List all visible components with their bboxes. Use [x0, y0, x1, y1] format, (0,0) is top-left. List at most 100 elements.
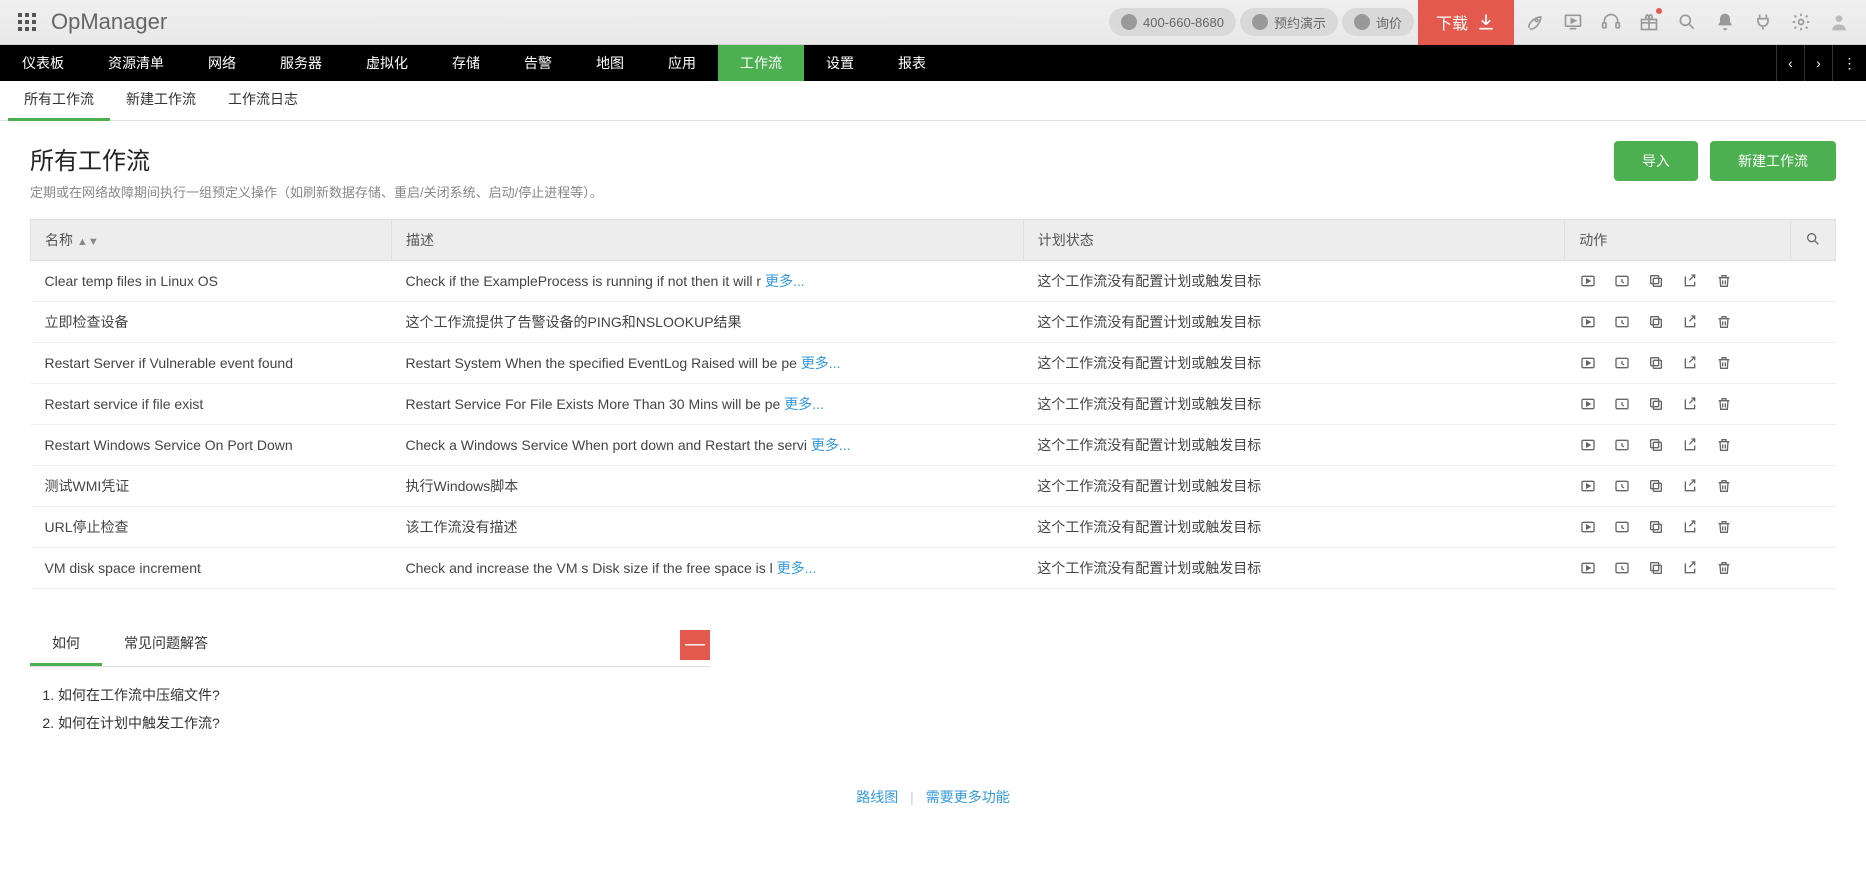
- delete-icon[interactable]: [1715, 354, 1733, 372]
- copy-icon[interactable]: [1647, 272, 1665, 290]
- export-icon[interactable]: [1681, 477, 1699, 495]
- nav-item[interactable]: 虚拟化: [344, 45, 430, 81]
- help-question[interactable]: 如何在计划中触发工作流?: [58, 713, 682, 733]
- schedule-icon[interactable]: [1613, 436, 1631, 454]
- monitor-icon[interactable]: [1556, 0, 1590, 45]
- cell-name[interactable]: Restart Windows Service On Port Down: [31, 425, 392, 466]
- nav-item[interactable]: 告警: [502, 45, 574, 81]
- copy-icon[interactable]: [1647, 313, 1665, 331]
- copy-icon[interactable]: [1647, 477, 1665, 495]
- help-question[interactable]: 如何在工作流中压缩文件?: [58, 685, 682, 705]
- copy-icon[interactable]: [1647, 436, 1665, 454]
- run-icon[interactable]: [1579, 436, 1597, 454]
- cell-name[interactable]: 立即检查设备: [31, 302, 392, 343]
- run-icon[interactable]: [1579, 477, 1597, 495]
- delete-icon[interactable]: [1715, 395, 1733, 413]
- nav-more-icon[interactable]: ⋮: [1832, 45, 1866, 81]
- schedule-icon[interactable]: [1613, 272, 1631, 290]
- schedule-icon[interactable]: [1613, 477, 1631, 495]
- delete-icon[interactable]: [1715, 272, 1733, 290]
- import-button[interactable]: 导入: [1614, 141, 1698, 181]
- more-link[interactable]: 更多...: [784, 396, 824, 412]
- headset-icon[interactable]: [1594, 0, 1628, 45]
- cell-name[interactable]: Restart service if file exist: [31, 384, 392, 425]
- schedule-icon[interactable]: [1613, 559, 1631, 577]
- rocket-icon[interactable]: [1518, 0, 1552, 45]
- cell-name[interactable]: URL停止检查: [31, 507, 392, 548]
- copy-icon[interactable]: [1647, 395, 1665, 413]
- nav-item[interactable]: 存储: [430, 45, 502, 81]
- nav-item[interactable]: 资源清单: [86, 45, 186, 81]
- phone-pill[interactable]: 400-660-8680: [1109, 8, 1236, 36]
- nav-item[interactable]: 应用: [646, 45, 718, 81]
- more-link[interactable]: 更多...: [811, 437, 851, 453]
- cell-name[interactable]: 测试WMI凭证: [31, 466, 392, 507]
- user-icon[interactable]: [1822, 0, 1856, 45]
- more-features-link[interactable]: 需要更多功能: [926, 789, 1010, 805]
- subnav-item[interactable]: 所有工作流: [8, 81, 110, 121]
- nav-prev-icon[interactable]: ‹: [1776, 45, 1804, 81]
- gear-icon[interactable]: [1784, 0, 1818, 45]
- more-link[interactable]: 更多...: [801, 355, 841, 371]
- nav-item[interactable]: 设置: [804, 45, 876, 81]
- gift-icon[interactable]: [1632, 0, 1666, 45]
- bell-icon[interactable]: [1708, 0, 1742, 45]
- cell-status: 这个工作流没有配置计划或触发目标: [1023, 384, 1565, 425]
- page-subtitle: 定期或在网络故障期间执行一组预定义操作（如刷新数据存储、重启/关闭系统、启动/停…: [30, 182, 1614, 201]
- plug-icon[interactable]: [1746, 0, 1780, 45]
- roadmap-link[interactable]: 路线图: [856, 789, 898, 805]
- schedule-icon[interactable]: [1613, 313, 1631, 331]
- demo-pill[interactable]: 预约演示: [1240, 8, 1338, 36]
- export-icon[interactable]: [1681, 518, 1699, 536]
- quote-pill[interactable]: 询价: [1342, 8, 1414, 36]
- help-tab[interactable]: 常见问题解答: [102, 623, 230, 666]
- col-desc[interactable]: 描述: [392, 220, 1024, 261]
- nav-next-icon[interactable]: ›: [1804, 45, 1832, 81]
- copy-icon[interactable]: [1647, 354, 1665, 372]
- export-icon[interactable]: [1681, 354, 1699, 372]
- export-icon[interactable]: [1681, 395, 1699, 413]
- run-icon[interactable]: [1579, 313, 1597, 331]
- cell-name[interactable]: Restart Server if Vulnerable event found: [31, 343, 392, 384]
- subnav-item[interactable]: 新建工作流: [110, 81, 212, 121]
- more-link[interactable]: 更多...: [765, 273, 805, 289]
- export-icon[interactable]: [1681, 272, 1699, 290]
- col-status[interactable]: 计划状态: [1023, 220, 1565, 261]
- copy-icon[interactable]: [1647, 559, 1665, 577]
- run-icon[interactable]: [1579, 559, 1597, 577]
- schedule-icon[interactable]: [1613, 518, 1631, 536]
- schedule-icon[interactable]: [1613, 354, 1631, 372]
- schedule-icon[interactable]: [1613, 395, 1631, 413]
- table-search-icon[interactable]: [1791, 220, 1836, 261]
- cell-name[interactable]: Clear temp files in Linux OS: [31, 261, 392, 302]
- delete-icon[interactable]: [1715, 559, 1733, 577]
- create-workflow-button[interactable]: 新建工作流: [1710, 141, 1836, 181]
- collapse-icon[interactable]: —: [680, 630, 710, 660]
- copy-icon[interactable]: [1647, 518, 1665, 536]
- run-icon[interactable]: [1579, 518, 1597, 536]
- run-icon[interactable]: [1579, 272, 1597, 290]
- nav-item[interactable]: 服务器: [258, 45, 344, 81]
- run-icon[interactable]: [1579, 395, 1597, 413]
- run-icon[interactable]: [1579, 354, 1597, 372]
- export-icon[interactable]: [1681, 313, 1699, 331]
- nav-item[interactable]: 报表: [876, 45, 948, 81]
- apps-icon[interactable]: [18, 13, 36, 31]
- nav-item[interactable]: 地图: [574, 45, 646, 81]
- delete-icon[interactable]: [1715, 477, 1733, 495]
- nav-item[interactable]: 仪表板: [0, 45, 86, 81]
- export-icon[interactable]: [1681, 559, 1699, 577]
- subnav-item[interactable]: 工作流日志: [212, 81, 314, 121]
- cell-name[interactable]: VM disk space increment: [31, 548, 392, 589]
- delete-icon[interactable]: [1715, 436, 1733, 454]
- delete-icon[interactable]: [1715, 313, 1733, 331]
- download-button[interactable]: 下载: [1418, 0, 1514, 45]
- help-tab[interactable]: 如何: [30, 623, 102, 666]
- nav-item[interactable]: 工作流: [718, 45, 804, 81]
- search-icon[interactable]: [1670, 0, 1704, 45]
- nav-item[interactable]: 网络: [186, 45, 258, 81]
- delete-icon[interactable]: [1715, 518, 1733, 536]
- more-link[interactable]: 更多...: [777, 560, 817, 576]
- col-name[interactable]: 名称▲▼: [31, 220, 392, 261]
- export-icon[interactable]: [1681, 436, 1699, 454]
